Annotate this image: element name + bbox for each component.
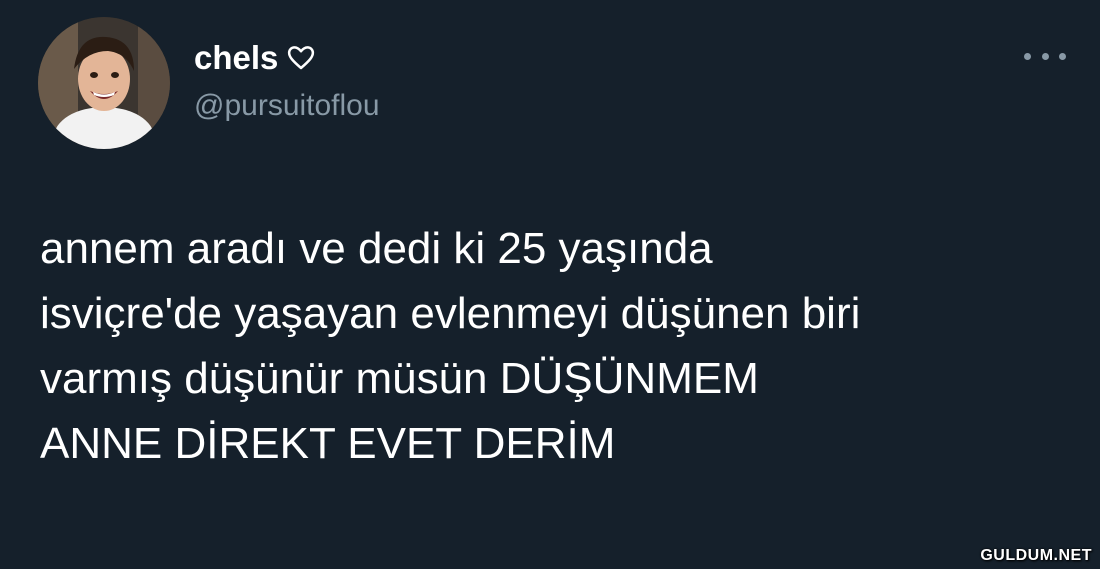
display-name[interactable]: chels bbox=[194, 38, 278, 78]
watermark: GULDUM.NET bbox=[980, 547, 1092, 564]
tweet-text-line: annem aradı ve dedi ki 25 yaşında bbox=[40, 224, 713, 273]
dot bbox=[1024, 52, 1031, 60]
tweet-text: annem aradı ve dedi ki 25 yaşında isviçr… bbox=[40, 216, 1080, 476]
profile-photo-icon bbox=[38, 17, 170, 149]
tweet-card: chels @pursuitoflou annem aradı ve dedi … bbox=[0, 0, 1100, 569]
dot bbox=[1041, 52, 1049, 60]
dot bbox=[1059, 52, 1066, 60]
tweet-text-line: ANNE DİREKT EVET DERİM bbox=[40, 419, 616, 468]
ellipsis-icon[interactable] bbox=[1024, 44, 1066, 68]
username[interactable]: @pursuitoflou bbox=[194, 88, 380, 124]
tweet-text-line: varmış düşünür müsün DÜŞÜNMEM bbox=[40, 354, 759, 403]
tweet-text-line: isviçre'de yaşayan evlenmeyi düşünen bir… bbox=[40, 289, 861, 338]
display-name-row[interactable]: chels bbox=[194, 38, 316, 78]
avatar[interactable] bbox=[38, 17, 170, 149]
heart-outline-icon bbox=[288, 46, 315, 70]
